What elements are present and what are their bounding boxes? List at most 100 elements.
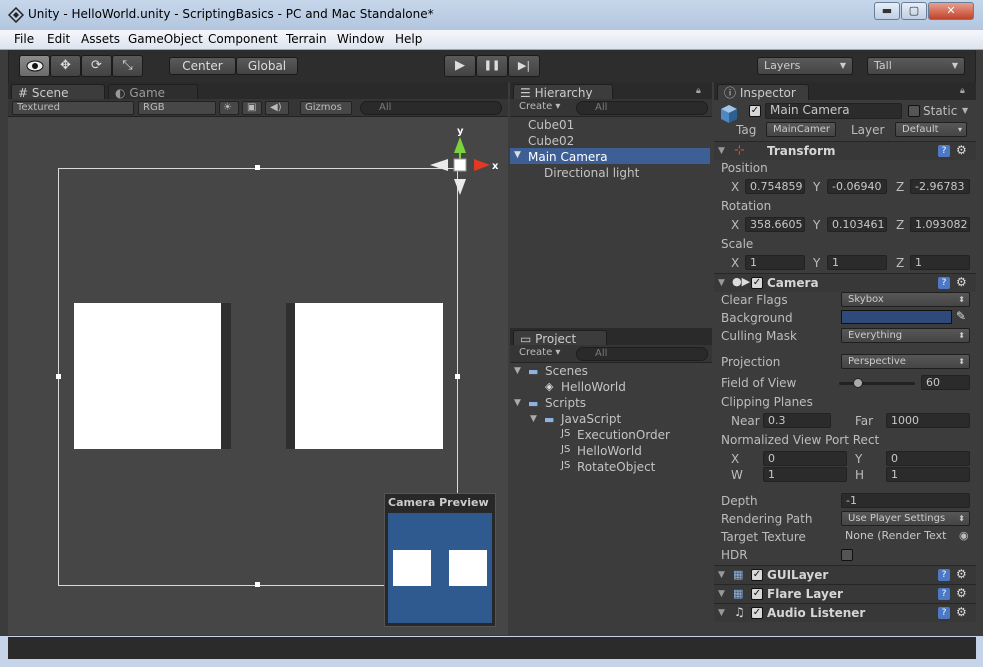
minimize-button[interactable]: ▬ [874,2,900,20]
gear-icon[interactable]: ⚙ [956,605,967,619]
foldout-arrow-icon[interactable]: ▼ [718,589,725,599]
menu-gameobject[interactable]: GameObject [128,32,203,46]
position-z-field[interactable]: -2.96783 [910,179,970,194]
scale-z-field[interactable]: 1 [910,255,970,270]
target-texture-field[interactable]: None (Render Text [841,529,955,544]
expand-arrow-icon[interactable]: ▼ [514,398,521,408]
object-picker-icon[interactable]: ◉ [959,529,969,542]
project-item-executionorder[interactable]: ExecutionOrder [577,428,670,442]
expand-arrow-icon[interactable]: ▼ [514,150,521,160]
help-icon[interactable]: ? [938,607,950,619]
guilayer-enabled-checkbox[interactable]: ✓ [751,569,763,581]
gizmo-x-arrow[interactable] [474,159,490,171]
gear-icon[interactable]: ⚙ [956,143,967,157]
layer-dropdown[interactable]: Default ▾ [895,122,967,137]
rotation-y-field[interactable]: 0.103461 [827,217,887,232]
tag-dropdown[interactable]: MainCamer [766,122,836,137]
project-item-helloworld-scene[interactable]: HelloWorld [561,380,626,394]
menu-assets[interactable]: Assets [81,32,120,46]
hierarchy-item-cube01[interactable]: Cube01 [528,118,574,132]
project-item-scenes[interactable]: Scenes [545,364,588,378]
menu-file[interactable]: File [14,32,34,46]
layers-dropdown[interactable]: Layers ▼ [757,57,853,75]
expand-arrow-icon[interactable]: ▼ [530,414,537,424]
project-item-javascript[interactable]: JavaScript [561,412,621,426]
viewport-x-field[interactable]: 0 [763,451,847,466]
hdr-checkbox[interactable] [841,549,853,561]
frustum-handle-right[interactable] [455,374,460,379]
fov-slider-thumb[interactable] [853,378,863,388]
menu-component[interactable]: Component [208,32,278,46]
gizmo-center-handle[interactable] [453,158,467,172]
eyedropper-icon[interactable]: ✎ [956,309,966,323]
project-item-scripts[interactable]: Scripts [545,396,586,410]
rotation-z-field[interactable]: 1.093082 [910,217,970,232]
depth-field[interactable]: -1 [841,493,970,508]
view-tool-button[interactable] [19,55,50,77]
gear-icon[interactable]: ⚙ [956,586,967,600]
maximize-button[interactable]: ▢ [901,2,927,20]
transform-header[interactable]: ▼ ⊹ Transform ? ⚙ [714,141,976,160]
gizmo-left-arrow[interactable] [430,159,448,171]
move-gizmo[interactable]: y x [426,125,506,205]
menu-window[interactable]: Window [337,32,384,46]
viewport-y-field[interactable]: 0 [886,451,970,466]
hierarchy-item-main-camera[interactable]: Main Camera [528,150,608,164]
gear-icon[interactable]: ⚙ [956,567,967,581]
rotate-tool-button[interactable]: ⟳ [81,55,112,77]
menu-terrain[interactable]: Terrain [286,32,327,46]
clear-flags-dropdown[interactable]: Skybox ⬍ [841,292,970,307]
flarelayer-header[interactable]: ▼ ▦ ✓ Flare Layer ? ⚙ [714,584,976,603]
scale-x-field[interactable]: 1 [745,255,805,270]
foldout-arrow-icon[interactable]: ▼ [718,570,725,580]
position-y-field[interactable]: -0.06940 [827,179,887,194]
audiolistener-header[interactable]: ▼ ♫ ✓ Audio Listener ? ⚙ [714,603,976,622]
gizmos-dropdown[interactable]: Gizmos [300,101,352,115]
render-mode-dropdown[interactable]: Textured [12,101,134,115]
pivot-center-toggle[interactable]: Center [169,57,236,75]
fov-slider-track[interactable] [839,378,915,388]
project-search-input[interactable]: All [576,347,708,361]
close-button[interactable]: ✕ [928,2,974,20]
audiolistener-enabled-checkbox[interactable]: ✓ [751,607,763,619]
foldout-arrow-icon[interactable]: ▼ [718,146,725,156]
scene-viewport[interactable]: y x Camera Preview [8,117,508,635]
active-checkbox[interactable]: ✓ [749,105,761,117]
audio-toggle[interactable]: ◀) [265,101,289,115]
lock-icon[interactable]: 🔒︎ [696,86,701,96]
help-icon[interactable]: ? [938,588,950,600]
help-icon[interactable]: ? [938,569,950,581]
lock-icon[interactable]: 🔒︎ [960,86,965,96]
dropdown-arrow-icon[interactable]: ▼ [962,106,968,115]
gizmo-y-arrow[interactable] [454,137,466,153]
pause-button[interactable]: ❚❚ [476,55,508,77]
project-item-helloworld-script[interactable]: HelloWorld [577,444,642,458]
gameobject-name-input[interactable]: Main Camera [765,103,902,119]
menu-edit[interactable]: Edit [47,32,70,46]
cube02[interactable] [295,303,443,449]
position-x-field[interactable]: 0.754859 [745,179,805,194]
gear-icon[interactable]: ⚙ [956,275,967,289]
foldout-arrow-icon[interactable]: ▼ [718,278,725,288]
fov-field[interactable]: 60 [921,375,970,390]
hierarchy-create-dropdown[interactable]: Create ▾ [515,101,567,115]
culling-mask-dropdown[interactable]: Everything ⬍ [841,328,970,343]
lighting-toggle[interactable]: ☀ [219,101,239,115]
projection-dropdown[interactable]: Perspective ⬍ [841,354,970,369]
viewport-w-field[interactable]: 1 [763,467,847,482]
scale-tool-button[interactable]: ⤡ [112,55,143,77]
scale-y-field[interactable]: 1 [827,255,887,270]
color-mode-dropdown[interactable]: RGB [138,101,216,115]
foldout-arrow-icon[interactable]: ▼ [718,608,725,618]
pivot-global-toggle[interactable]: Global [236,57,298,75]
rendering-path-dropdown[interactable]: Use Player Settings ⬍ [841,511,970,526]
camera-enabled-checkbox[interactable]: ✓ [751,277,763,289]
help-icon[interactable]: ? [938,145,950,157]
guilayer-header[interactable]: ▼ ▦ ✓ GUILayer ? ⚙ [714,565,976,584]
image-toggle[interactable]: ▣ [242,101,262,115]
hierarchy-item-directional-light[interactable]: Directional light [544,166,639,180]
far-clip-field[interactable]: 1000 [886,413,970,428]
layout-dropdown[interactable]: Tall ▼ [867,57,965,75]
move-tool-button[interactable]: ✥ [50,55,81,77]
flarelayer-enabled-checkbox[interactable]: ✓ [751,588,763,600]
